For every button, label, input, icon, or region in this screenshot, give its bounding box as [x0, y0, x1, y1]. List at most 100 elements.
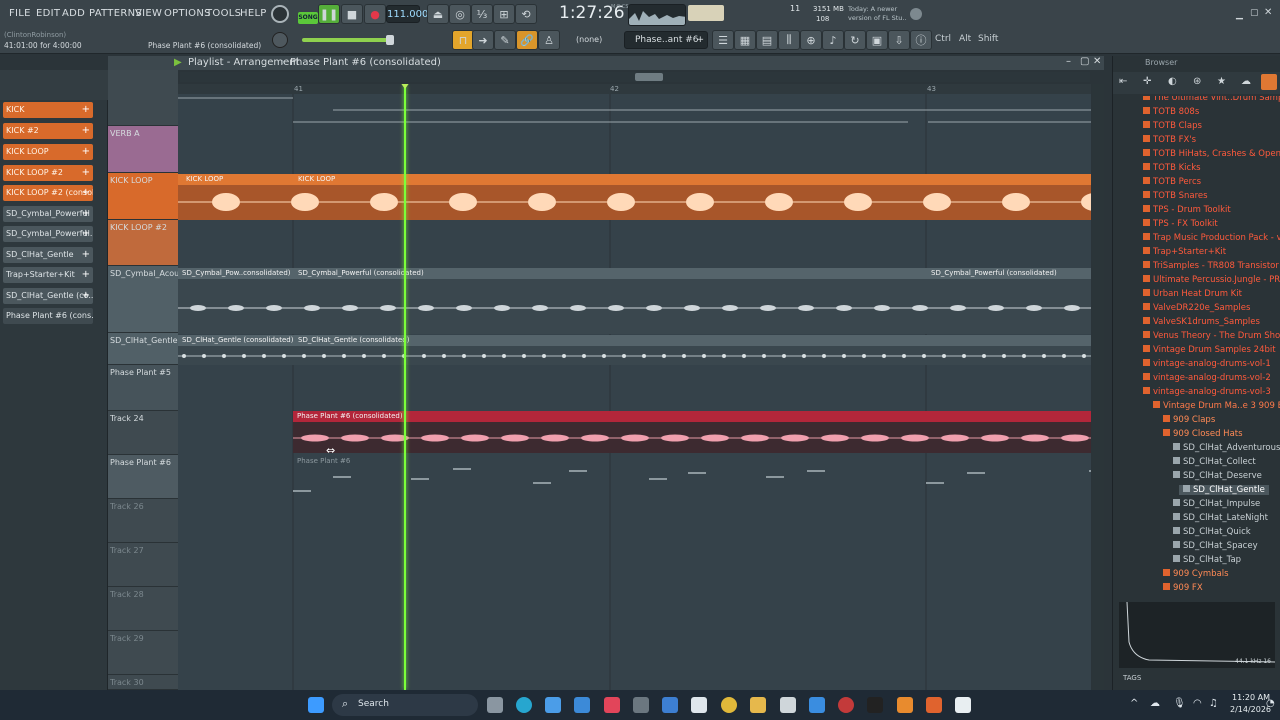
snap-magnet-button[interactable]: ⊓ — [452, 30, 474, 50]
channel-phase-plant-6[interactable]: Phase Plant #6 (cons.. — [3, 308, 93, 324]
channel-kick[interactable]: KICK + — [3, 102, 93, 118]
channel-rack-button[interactable]: ▤ — [756, 30, 778, 50]
plus-icon[interactable]: + — [82, 247, 90, 263]
browser-folder[interactable]: Vintage Drum Ma..e 3 909 Edition — [1153, 401, 1280, 411]
browser-folder[interactable]: TOTB 808s — [1143, 107, 1199, 117]
stamp-button[interactable]: ♙ — [538, 30, 560, 50]
track-header-track-30[interactable]: Track 30 — [108, 675, 178, 690]
browser-folder[interactable]: 909 Cymbals — [1163, 569, 1229, 579]
antivirus-icon[interactable] — [838, 697, 854, 713]
edge-icon[interactable] — [516, 697, 532, 713]
browser-folder[interactable]: TPS - Drum Toolkit — [1143, 205, 1231, 215]
menu-edit[interactable]: EDIT — [36, 8, 60, 19]
draw-tool-button[interactable]: ✎ — [494, 30, 516, 50]
plus-icon[interactable]: + — [82, 206, 90, 222]
clock-date[interactable]: 2/14/2026 — [1230, 705, 1271, 714]
news-ticker[interactable]: Today: A newer version of FL Stu.. — [848, 5, 908, 23]
browser-folder[interactable]: vintage-analog-drums-vol-3 — [1143, 387, 1271, 397]
track-header[interactable] — [108, 96, 178, 126]
plus-icon[interactable]: + — [82, 267, 90, 283]
browser-folder[interactable]: Vintage Drum Samples 24bit — [1143, 345, 1276, 355]
mic-icon[interactable]: 🎙 — [1173, 698, 1186, 709]
calendar-icon[interactable] — [662, 697, 678, 713]
tags-label[interactable]: TAGS — [1123, 674, 1141, 682]
task-view-icon[interactable] — [487, 697, 503, 713]
pattern-song-toggle[interactable] — [271, 5, 289, 23]
browser-folder[interactable]: The Ultimate Vint..Drum Sample Pack — [1143, 96, 1280, 103]
track-header-verb-a[interactable]: VERB A — [108, 126, 178, 173]
step-forward-button[interactable]: ➜ — [472, 30, 494, 50]
channel-cymbal-powerful-2[interactable]: SD_Cymbal_Powerful.. + — [3, 226, 93, 242]
orange-app-icon[interactable] — [926, 697, 942, 713]
folder-icon[interactable] — [750, 697, 766, 713]
cloud-icon[interactable]: ☁ — [1241, 76, 1251, 87]
master-volume-knob[interactable] — [386, 35, 394, 45]
phase-plant-audio-clip[interactable]: Phase Plant #6 (consolidated) — [293, 411, 1091, 453]
browser-folder[interactable]: Trap+Starter+Kit — [1143, 247, 1226, 257]
fl-cloud-icon[interactable] — [1261, 74, 1277, 90]
ctrl-key[interactable]: Ctrl — [935, 34, 951, 44]
store-icon[interactable] — [574, 697, 590, 713]
phase-plant-pattern-clip[interactable]: Phase Plant #6 — [293, 456, 1091, 498]
link-button[interactable]: 🔗 — [516, 30, 538, 50]
browser-folder[interactable]: TriSamples - TR808 Transistor Rhythm — [1143, 261, 1280, 271]
restore-window-button[interactable]: ▢ — [1250, 8, 1259, 18]
track-header-clhat[interactable]: SD_ClHat_Gentle — [108, 333, 178, 365]
refresh-button[interactable]: ↻ — [844, 30, 866, 50]
track-header-kick-loop[interactable]: KICK LOOP — [108, 173, 178, 220]
master-pitch-knob[interactable] — [272, 32, 288, 48]
track-header-phase-plant-6[interactable]: Phase Plant #6 — [108, 455, 178, 499]
volume-icon[interactable]: ♫ — [1209, 698, 1218, 709]
channel-clhat-gentle[interactable]: SD_ClHat_Gentle + — [3, 247, 93, 263]
timeline-ruler[interactable]: 41 42 43 — [178, 84, 1091, 94]
browser-file[interactable]: SD_ClHat_Tap — [1173, 555, 1241, 565]
browser-folder[interactable]: 909 FX — [1163, 583, 1203, 593]
menu-help[interactable]: HELP — [240, 8, 267, 19]
plus-icon[interactable]: + — [82, 226, 90, 242]
browser-folder[interactable]: TOTB HiHats, Crashes & Open Hats — [1143, 149, 1280, 159]
heart-app-icon[interactable] — [604, 697, 620, 713]
browser-folder[interactable]: TOTB Kicks — [1143, 163, 1201, 173]
channel-cymbal-powerful[interactable]: SD_Cymbal_Powerful + — [3, 206, 93, 222]
plus-icon[interactable]: + — [82, 185, 90, 201]
browser-folder[interactable]: Trap Music Production Pack - v2 — [1143, 233, 1280, 243]
browser-folder[interactable]: Ultimate Percussio.Jungle - PREVIEWS — [1143, 275, 1280, 285]
browser-file[interactable]: SD_ClHat_Spacey — [1173, 541, 1258, 551]
browser-folder[interactable]: 909 Claps — [1163, 415, 1215, 425]
favorites-icon[interactable]: ★ — [1217, 76, 1226, 87]
notifications-icon[interactable]: ◔ — [1266, 698, 1275, 709]
playhead-marker-icon[interactable] — [400, 84, 410, 89]
browser-folder[interactable]: 909 Closed Hats — [1163, 429, 1243, 439]
channel-clhat-gentle-consolidated[interactable]: SD_ClHat_Gentle (co.. + — [3, 288, 93, 304]
playlist-button[interactable]: ☰ — [712, 30, 734, 50]
clock-time[interactable]: 11:20 AM — [1232, 693, 1270, 702]
browser-folder[interactable]: Urban Heat Drum Kit — [1143, 289, 1242, 299]
browser-file[interactable]: SD_ClHat_Collect — [1173, 457, 1256, 467]
browser-file[interactable]: SD_ClHat_LateNight — [1173, 513, 1268, 523]
pause-button[interactable]: ❚❚ — [318, 4, 340, 24]
kick-loop-clip[interactable]: KICK LOOP KICK LOOP — [178, 174, 1091, 220]
calculator-icon[interactable] — [633, 697, 649, 713]
channel-trap-starter-kit[interactable]: Trap+Starter+Kit + — [3, 267, 93, 283]
close-window-button[interactable]: ✕ — [1264, 7, 1272, 18]
photos-icon[interactable] — [545, 697, 561, 713]
render-button[interactable]: ⇩ — [888, 30, 910, 50]
pattern-selector[interactable]: Phase..ant #6 + — [624, 31, 708, 49]
tray-chevron-icon[interactable]: ^ — [1130, 698, 1138, 709]
save-button[interactable]: ▣ — [866, 30, 888, 50]
menu-view[interactable]: VIEW — [135, 8, 162, 19]
menu-file[interactable]: FILE — [9, 8, 31, 19]
hat-clip[interactable]: SD_ClHat_Gentle (consolidated) SD_ClHat_… — [178, 335, 1091, 365]
sort-icon[interactable]: ◐ — [1168, 76, 1177, 87]
browser-folder[interactable]: TOTB Percs — [1143, 177, 1201, 187]
browser-folder[interactable]: vintage-analog-drums-vol-1 — [1143, 359, 1271, 369]
mixer-button[interactable]: ⫼ — [778, 30, 800, 50]
record-button[interactable]: ● — [364, 4, 386, 24]
playlist-vscroll[interactable] — [1092, 84, 1104, 690]
plus-icon[interactable]: + — [696, 32, 704, 48]
plus-icon[interactable]: + — [82, 165, 90, 181]
browser-folder[interactable]: Venus Theory - The Drum Shoppe — [1143, 331, 1280, 341]
menu-tools[interactable]: TOOLS — [206, 8, 241, 19]
inkscape-icon[interactable] — [780, 697, 796, 713]
snap-dropdown[interactable]: (none) — [576, 35, 602, 44]
